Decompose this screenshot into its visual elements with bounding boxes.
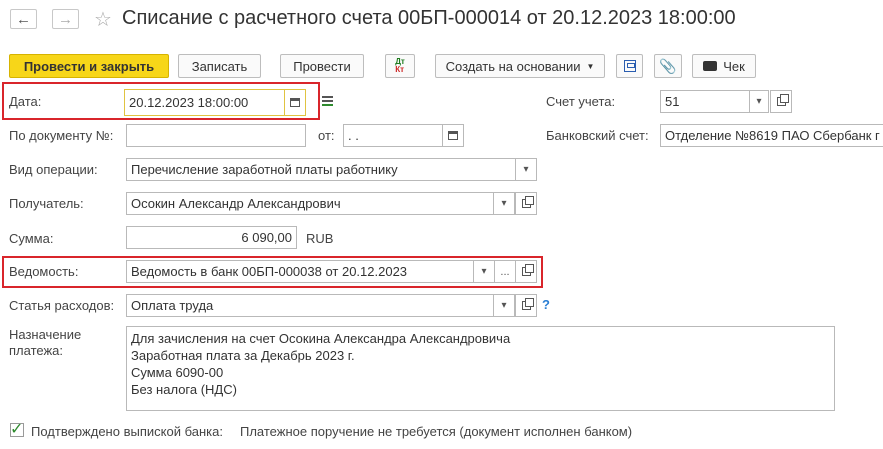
confirmed-checkbox[interactable]: ✓ (10, 421, 24, 438)
recipient-label: Получатель: (9, 196, 84, 211)
expense-open-button[interactable] (515, 294, 537, 317)
statement-select-button[interactable]: ... (494, 260, 516, 283)
recipient-open-button[interactable] (515, 192, 537, 215)
dropdown-arrow-icon: ▾ (481, 266, 487, 277)
from-label: от: (318, 128, 335, 143)
open-icon (521, 264, 534, 276)
operation-dropdown-button[interactable]: ▾ (515, 158, 537, 181)
statement-input[interactable]: Ведомость в банк 00БП-000038 от 20.12.20… (126, 260, 474, 283)
cash-register-icon (703, 61, 718, 71)
expense-label: Статья расходов: (9, 298, 115, 313)
dt-kt-icon: Дт Кт (395, 57, 405, 74)
open-icon (521, 196, 534, 208)
calendar-icon (290, 98, 300, 107)
post-button[interactable]: Провести (280, 54, 364, 78)
edit-list-icon[interactable] (322, 94, 336, 108)
statement-open-button[interactable] (515, 260, 537, 283)
create-based-button[interactable]: Создать на основании ▼ (435, 54, 605, 78)
account-input[interactable]: 51 (660, 90, 750, 113)
operation-input[interactable]: Перечисление заработной платы работнику (126, 158, 516, 181)
payment-order-status-text: Платежное поручение не требуется (докуме… (240, 424, 633, 439)
forward-button[interactable]: → (52, 9, 79, 29)
purpose-label-line2: платежа: (9, 343, 63, 358)
open-icon (521, 298, 534, 310)
from-date-input[interactable]: . . (343, 124, 443, 147)
bank-account-input[interactable]: Отделение №8619 ПАО Сбербанк г (660, 124, 883, 147)
dropdown-arrow-icon: ▼ (586, 61, 595, 71)
calendar-icon (448, 131, 458, 140)
sum-label: Сумма: (9, 231, 54, 246)
operation-label: Вид операции: (9, 162, 98, 177)
dt-kt-button[interactable]: Дт Кт (385, 54, 415, 78)
structure-button[interactable] (616, 54, 643, 78)
attach-button[interactable]: 📎 (654, 54, 682, 78)
bank-account-label: Банковский счет: (546, 128, 649, 143)
confirmed-label: Подтверждено выпиской банка: (31, 424, 223, 439)
account-label: Счет учета: (546, 94, 616, 109)
purpose-label-line1: Назначение (9, 327, 82, 342)
dropdown-arrow-icon: ▾ (501, 300, 507, 311)
hierarchy-icon (623, 60, 636, 72)
favorite-star-icon[interactable]: ☆ (94, 7, 112, 32)
dropdown-arrow-icon: ▾ (523, 164, 529, 175)
date-calendar-button[interactable] (284, 89, 306, 116)
arrow-right-icon: → (58, 10, 73, 28)
back-button[interactable]: ← (10, 9, 37, 29)
expense-dropdown-button[interactable]: ▾ (493, 294, 515, 317)
recipient-input[interactable]: Осокин Александр Александрович (126, 192, 494, 215)
paperclip-icon: 📎 (659, 57, 677, 74)
help-icon[interactable]: ? (542, 297, 550, 312)
dropdown-arrow-icon: ▾ (756, 96, 762, 107)
checkmark-icon: ✓ (10, 421, 24, 438)
statement-label: Ведомость: (9, 264, 79, 279)
doc-number-input[interactable] (126, 124, 306, 147)
receipt-label: Чек (723, 58, 745, 74)
date-input[interactable]: 20.12.2023 18:00:00 (124, 89, 285, 116)
open-icon (776, 94, 789, 106)
account-dropdown-button[interactable]: ▾ (749, 90, 769, 113)
sum-input[interactable]: 6 090,00 (126, 226, 297, 249)
page-title: Списание с расчетного счета 00БП-000014 … (122, 7, 736, 29)
from-calendar-button[interactable] (442, 124, 464, 147)
doc-number-label: По документу №: (9, 128, 114, 143)
ellipsis-icon: ... (500, 265, 510, 278)
create-based-label: Создать на основании (445, 58, 581, 74)
date-label: Дата: (9, 94, 42, 109)
save-button[interactable]: Записать (178, 54, 261, 78)
statement-dropdown-button[interactable]: ▾ (473, 260, 495, 283)
arrow-left-icon: ← (16, 10, 31, 28)
recipient-dropdown-button[interactable]: ▾ (493, 192, 515, 215)
account-open-button[interactable] (770, 90, 792, 113)
expense-input[interactable]: Оплата труда (126, 294, 494, 317)
currency-label: RUB (306, 231, 334, 246)
purpose-textarea[interactable]: Для зачисления на счет Осокина Александр… (126, 326, 835, 411)
receipt-button[interactable]: Чек (692, 54, 756, 78)
dropdown-arrow-icon: ▾ (501, 198, 507, 209)
post-and-close-button[interactable]: Провести и закрыть (9, 54, 169, 78)
